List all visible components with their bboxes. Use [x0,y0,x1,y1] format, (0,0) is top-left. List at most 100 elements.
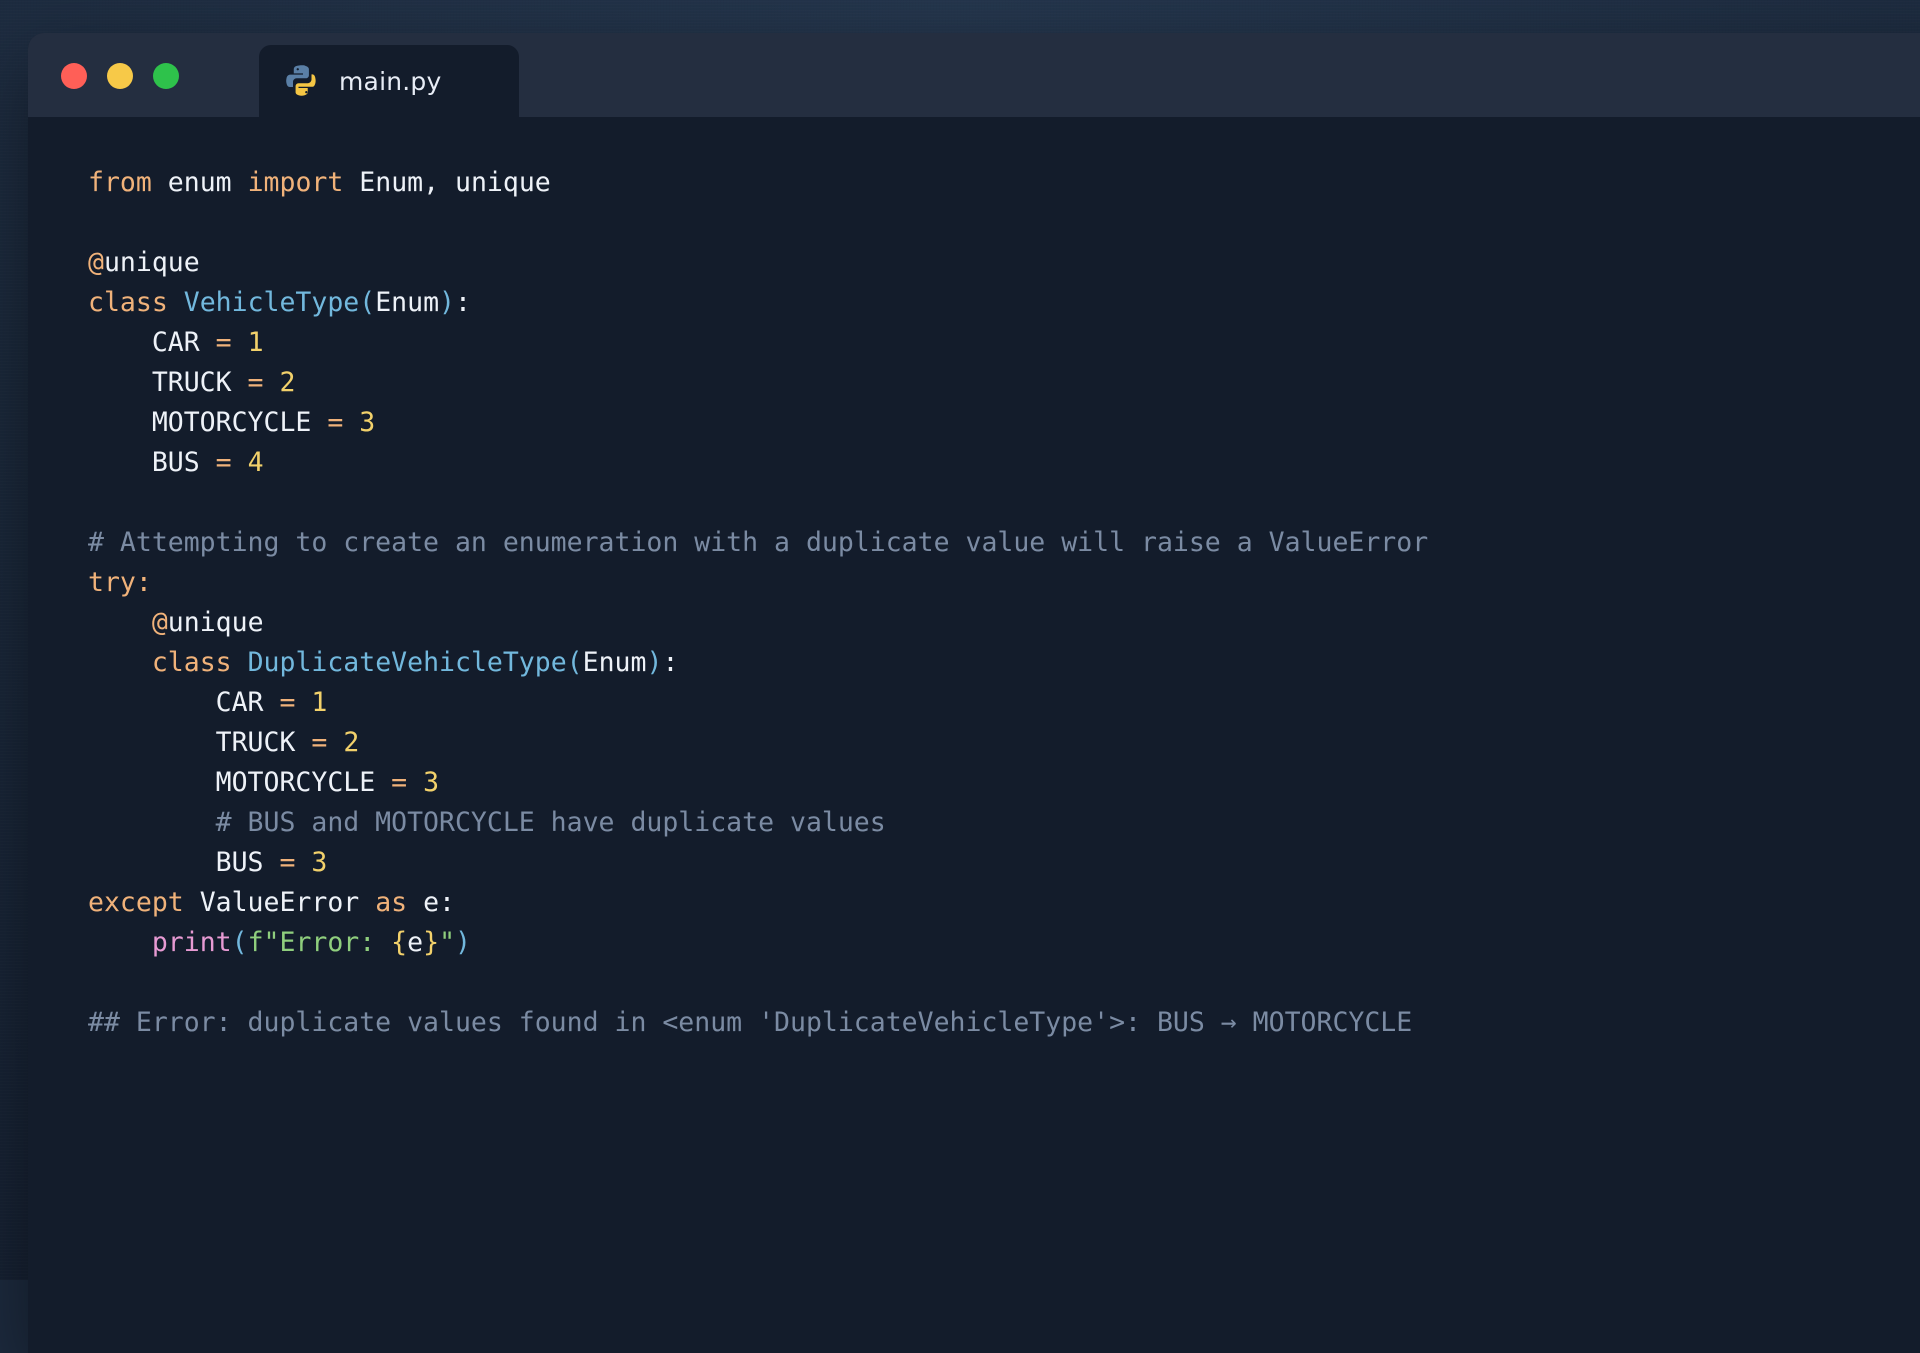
code-token: class [88,287,168,318]
code-token: = [327,407,343,438]
code-token [232,327,248,358]
code-token: ValueError [184,887,375,918]
code-line: BUS = 4 [88,443,1920,483]
code-token: unique [168,607,264,638]
code-token: MOTORCYCLE [88,767,391,798]
code-token [232,647,248,678]
code-token: @ [152,607,168,638]
code-token [168,287,184,318]
code-token: 1 [311,687,327,718]
code-token: = [216,327,232,358]
code-token: 3 [423,767,439,798]
code-token: ( [567,647,583,678]
code-token: @ [88,247,104,278]
code-token: 3 [311,847,327,878]
code-line: ## Error: duplicate values found in <enu… [88,1003,1920,1043]
tab-label: main.py [339,67,441,96]
code-token: ) [439,287,455,318]
code-line: try: [88,563,1920,603]
zoom-window-button[interactable] [153,63,179,89]
code-token: e [407,927,423,958]
code-token: BUS [88,447,216,478]
code-token [232,167,248,198]
code-token: BUS [88,847,279,878]
code-token: enum [168,167,232,198]
code-token: = [311,727,327,758]
code-token [295,847,311,878]
code-line: @unique [88,243,1920,283]
close-window-button[interactable] [61,63,87,89]
code-line: BUS = 3 [88,843,1920,883]
code-token: Enum [375,287,439,318]
code-token: DuplicateVehicleType [248,647,567,678]
code-line: class VehicleType(Enum): [88,283,1920,323]
code-token [88,647,152,678]
code-token: " [439,927,455,958]
code-token [152,167,168,198]
code-token: VehicleType [184,287,360,318]
code-line: @unique [88,603,1920,643]
code-token: Enum [583,647,647,678]
code-token [407,767,423,798]
code-token: ) [455,927,471,958]
code-line: # BUS and MOTORCYCLE have duplicate valu… [88,803,1920,843]
code-line: MOTORCYCLE = 3 [88,403,1920,443]
code-token: # BUS and MOTORCYCLE have duplicate valu… [88,807,886,838]
code-token: ( [232,927,248,958]
code-token: try: [88,567,152,598]
code-line: TRUCK = 2 [88,723,1920,763]
code-token [327,727,343,758]
editor-window: main.py from enum import Enum, unique @u… [28,33,1920,1353]
code-token: { [391,927,407,958]
code-token: = [279,847,295,878]
code-token: 2 [279,367,295,398]
code-token: : [455,287,471,318]
code-token: 3 [359,407,375,438]
code-line: # Attempting to create an enumeration wi… [88,523,1920,563]
code-token: MOTORCYCLE [88,407,327,438]
code-token: 1 [248,327,264,358]
tab-main-py[interactable]: main.py [259,45,519,117]
code-token: except [88,887,184,918]
code-token: unique [104,247,200,278]
code-line: class DuplicateVehicleType(Enum): [88,643,1920,683]
code-token: Enum, unique [343,167,550,198]
code-line [88,483,1920,523]
code-token: import [248,167,344,198]
code-token: ) [646,647,662,678]
code-editor-content[interactable]: from enum import Enum, unique @uniquecla… [28,117,1920,1043]
code-token [295,687,311,718]
code-line: TRUCK = 2 [88,363,1920,403]
code-token [88,927,152,958]
code-token [88,607,152,638]
code-line: print(f"Error: {e}") [88,923,1920,963]
window-titlebar: main.py [28,33,1920,117]
code-token: CAR [88,687,279,718]
code-line [88,203,1920,243]
code-token [232,447,248,478]
code-token: : [662,647,678,678]
code-token: e: [407,887,455,918]
code-token: = [216,447,232,478]
code-token: ## Error: duplicate values found in <enu… [88,1007,1412,1038]
code-token: class [152,647,232,678]
code-line: MOTORCYCLE = 3 [88,763,1920,803]
code-token: } [423,927,439,958]
code-token: as [375,887,407,918]
code-token: TRUCK [88,727,311,758]
code-token: = [391,767,407,798]
code-line: from enum import Enum, unique [88,163,1920,203]
code-token: = [248,367,264,398]
code-token: print [152,927,232,958]
code-line [88,963,1920,1003]
code-token: CAR [88,327,216,358]
code-token [343,407,359,438]
code-line: CAR = 1 [88,323,1920,363]
minimize-window-button[interactable] [107,63,133,89]
code-token [264,367,280,398]
code-line: except ValueError as e: [88,883,1920,923]
code-token: 2 [343,727,359,758]
code-token: 4 [248,447,264,478]
code-line: CAR = 1 [88,683,1920,723]
code-token: ( [359,287,375,318]
